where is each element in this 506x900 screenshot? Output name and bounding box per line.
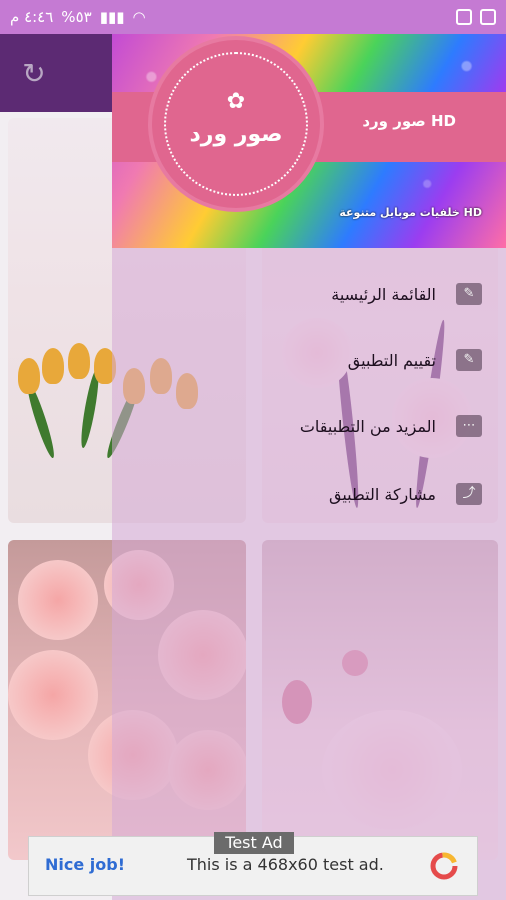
status-right	[456, 9, 496, 25]
flower-icon: ✿	[226, 89, 246, 114]
notification-icon	[456, 9, 472, 25]
menu-item-rate-app[interactable]: تقييم التطبيق ✎	[122, 340, 482, 380]
ad-center-text: This is a 468x60 test ad.	[187, 855, 384, 874]
app-logo: ✿ صور ورد	[152, 40, 320, 208]
tulip-shape	[42, 348, 64, 384]
ad-logo-icon	[430, 852, 458, 880]
share-icon: ⤴	[456, 483, 482, 505]
menu-item-home[interactable]: القائمة الرئيسية ✎	[122, 274, 482, 314]
rose-shape	[18, 560, 98, 640]
refresh-icon[interactable]: ↻	[20, 60, 48, 88]
menu-item-label: تقييم التطبيق	[347, 350, 436, 370]
edit-icon: ✎	[456, 283, 482, 305]
status-bar: ٤:٤٦ م %٥٣ ▮▮▮ ◠	[0, 0, 506, 34]
menu-item-label: مشاركة التطبيق	[329, 484, 436, 504]
tulip-shape	[18, 358, 40, 394]
gallery-icon	[480, 9, 496, 25]
more-icon: ⋯	[456, 415, 482, 437]
battery-text: %٥٣	[61, 8, 92, 26]
menu-item-label: المزيد من التطبيقات	[299, 416, 436, 436]
time-text: ٤:٤٦ م	[10, 8, 54, 26]
menu-item-label: القائمة الرئيسية	[331, 284, 436, 304]
ad-left-text: Nice job!	[45, 855, 126, 874]
ad-label: Test Ad	[214, 832, 294, 854]
wifi-icon: ◠	[132, 8, 146, 26]
header-title: صور ورد HD	[362, 112, 456, 130]
status-left: ٤:٤٦ م %٥٣ ▮▮▮ ◠	[10, 8, 146, 26]
header-subtitle: خلفيات موبايل متنوعة HD	[339, 206, 482, 219]
logo-title: صور ورد	[189, 122, 283, 147]
rate-icon: ✎	[456, 349, 482, 371]
menu-item-share-app[interactable]: مشاركة التطبيق ⤴	[122, 474, 482, 514]
menu-item-more-apps[interactable]: المزيد من التطبيقات ⋯	[122, 406, 482, 446]
rose-shape	[8, 650, 98, 740]
signal-icon: ▮▮▮	[99, 8, 125, 26]
tulip-shape	[68, 343, 90, 379]
